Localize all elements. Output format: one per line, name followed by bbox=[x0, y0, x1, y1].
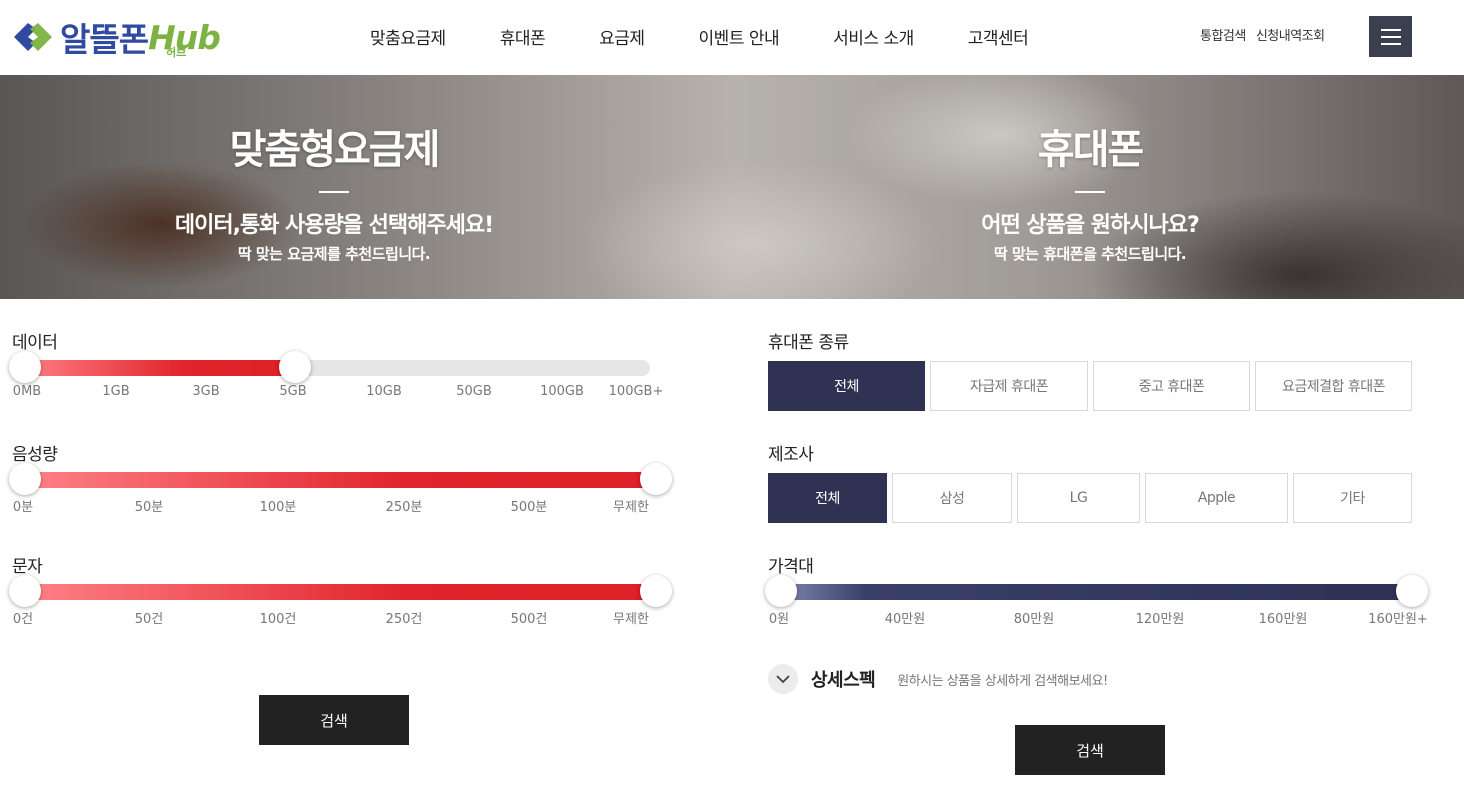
detail-spec-toggle: 상세스펙 원하시는 상품을 상세하게 검색해보세요! bbox=[768, 664, 1108, 694]
tick-label: 50GB bbox=[456, 384, 492, 399]
detail-spec-desc: 원하시는 상품을 상세하게 검색해보세요! bbox=[897, 673, 1108, 689]
phone-type-label: 휴대폰 종류 bbox=[768, 333, 849, 353]
sms-label: 문자 bbox=[12, 557, 43, 577]
nav-custom-plan[interactable]: 맞춤요금제 bbox=[370, 24, 446, 49]
voice-slider-fill bbox=[12, 472, 662, 488]
hero-divider bbox=[319, 191, 349, 193]
tick-label: 100건 bbox=[259, 612, 297, 627]
tick-label: 160만원+ bbox=[1368, 612, 1428, 627]
hero-phone: 휴대폰 어떤 상품을 원하시나요? 딱 맞는 휴대폰을 추천드립니다. bbox=[790, 75, 1390, 264]
phone-type-bundle-option[interactable]: 요금제결합 휴대폰 bbox=[1255, 361, 1412, 411]
hero-plan-title: 맞춤형요금제 bbox=[229, 127, 441, 173]
price-slider-fill bbox=[768, 584, 1418, 600]
price-slider-min-handle[interactable] bbox=[765, 575, 797, 607]
hero-banner: 맞춤형요금제 데이터,통화 사용량을 선택해주세요! 딱 맞는 요금제를 추천드… bbox=[0, 75, 1464, 299]
detail-spec-expand-button[interactable] bbox=[768, 664, 798, 694]
tick-label: 120만원 bbox=[1135, 612, 1185, 627]
detail-spec-title[interactable]: 상세스펙 bbox=[811, 666, 876, 692]
hero-plan-subtitle: 데이터,통화 사용량을 선택해주세요! bbox=[174, 213, 494, 238]
tick-label: 무제한 bbox=[613, 500, 649, 515]
sms-slider-fill bbox=[12, 584, 662, 600]
sms-slider[interactable] bbox=[12, 584, 670, 600]
tick-label: 5GB bbox=[279, 384, 307, 399]
tick-label: 0분 bbox=[12, 500, 34, 515]
tick-label: 3GB bbox=[192, 384, 220, 399]
hero-divider bbox=[1075, 191, 1105, 193]
voice-label: 음성량 bbox=[12, 445, 58, 465]
site-header: 알뜰폰 Hub 허브 맞춤요금제 휴대폰 요금제 이벤트 안내 서비스 소개 고… bbox=[0, 0, 1464, 75]
data-slider[interactable] bbox=[12, 360, 650, 376]
tick-label: 100GB bbox=[540, 384, 584, 399]
tick-label: 250분 bbox=[385, 500, 423, 515]
maker-samsung-option[interactable]: 삼성 bbox=[892, 473, 1012, 523]
tick-label: 0MB bbox=[12, 384, 42, 399]
maker-lg-option[interactable]: LG bbox=[1017, 473, 1140, 523]
tick-label: 40만원 bbox=[884, 612, 926, 627]
tick-label: 500건 bbox=[510, 612, 548, 627]
chevron-down-icon bbox=[776, 674, 790, 683]
utility-links: 통합검색 신청내역조회 bbox=[1200, 25, 1325, 44]
logo-sub-text: 허브 bbox=[166, 46, 187, 59]
price-label: 가격대 bbox=[768, 557, 814, 577]
hero-plan-desc: 딱 맞는 요금제를 추천드립니다. bbox=[237, 245, 431, 263]
hamburger-icon-line bbox=[1380, 28, 1401, 31]
maker-all-option[interactable]: 전체 bbox=[768, 473, 887, 523]
price-slider[interactable] bbox=[768, 584, 1426, 600]
tick-label: 무제한 bbox=[613, 612, 649, 627]
hamburger-icon-line bbox=[1380, 42, 1401, 45]
phone-type-unlocked-option[interactable]: 자급제 휴대폰 bbox=[930, 361, 1088, 411]
tick-label: 0건 bbox=[12, 612, 34, 627]
nav-customer-center[interactable]: 고객센터 bbox=[968, 24, 1029, 49]
hero-phone-subtitle: 어떤 상품을 원하시나요? bbox=[981, 213, 1199, 238]
nav-plans[interactable]: 요금제 bbox=[599, 24, 645, 49]
data-slider-fill bbox=[12, 360, 296, 376]
main-nav: 맞춤요금제 휴대폰 요금제 이벤트 안내 서비스 소개 고객센터 bbox=[370, 24, 1082, 49]
tick-label: 250건 bbox=[385, 612, 423, 627]
sms-slider-max-handle[interactable] bbox=[640, 575, 672, 607]
phone-type-used-option[interactable]: 중고 휴대폰 bbox=[1093, 361, 1250, 411]
tick-label: 160만원 bbox=[1258, 612, 1308, 627]
hamburger-menu-button[interactable] bbox=[1369, 16, 1412, 57]
plan-search-button[interactable]: 검색 bbox=[259, 695, 409, 745]
data-label: 데이터 bbox=[12, 333, 58, 353]
phone-search-button[interactable]: 검색 bbox=[1015, 725, 1165, 775]
site-logo[interactable]: 알뜰폰 Hub 허브 bbox=[10, 14, 221, 60]
nav-phones[interactable]: 휴대폰 bbox=[500, 24, 546, 49]
nav-service-intro[interactable]: 서비스 소개 bbox=[833, 24, 914, 49]
voice-slider[interactable] bbox=[12, 472, 670, 488]
hero-phone-title: 휴대폰 bbox=[1037, 127, 1144, 173]
tick-label: 100GB+ bbox=[608, 384, 664, 399]
maker-label: 제조사 bbox=[768, 445, 814, 465]
hero-plan: 맞춤형요금제 데이터,통화 사용량을 선택해주세요! 딱 맞는 요금제를 추천드… bbox=[34, 75, 634, 264]
sms-slider-min-handle[interactable] bbox=[9, 575, 41, 607]
voice-slider-min-handle[interactable] bbox=[9, 463, 41, 495]
nav-events[interactable]: 이벤트 안내 bbox=[699, 24, 780, 49]
phone-type-all-option[interactable]: 전체 bbox=[768, 361, 925, 411]
maker-other-option[interactable]: 기타 bbox=[1293, 473, 1412, 523]
tick-label: 100분 bbox=[259, 500, 297, 515]
tick-label: 80만원 bbox=[1013, 612, 1055, 627]
hamburger-icon-line bbox=[1380, 35, 1401, 38]
price-slider-max-handle[interactable] bbox=[1396, 575, 1428, 607]
tick-label: 500분 bbox=[510, 500, 548, 515]
data-slider-max-handle[interactable] bbox=[279, 351, 311, 383]
tick-label: 0원 bbox=[768, 612, 790, 627]
voice-slider-max-handle[interactable] bbox=[640, 463, 672, 495]
tick-label: 10GB bbox=[366, 384, 402, 399]
tick-label: 1GB bbox=[102, 384, 130, 399]
tick-label: 50분 bbox=[134, 500, 164, 515]
application-history-link[interactable]: 신청내역조회 bbox=[1256, 25, 1325, 44]
hero-phone-desc: 딱 맞는 휴대폰을 추천드립니다. bbox=[993, 245, 1187, 263]
logo-icon bbox=[14, 23, 52, 51]
maker-apple-option[interactable]: Apple bbox=[1145, 473, 1288, 523]
data-slider-min-handle[interactable] bbox=[9, 351, 41, 383]
logo-text: 알뜰폰 bbox=[60, 20, 149, 59]
integrated-search-link[interactable]: 통합검색 bbox=[1200, 25, 1246, 44]
tick-label: 50건 bbox=[134, 612, 164, 627]
